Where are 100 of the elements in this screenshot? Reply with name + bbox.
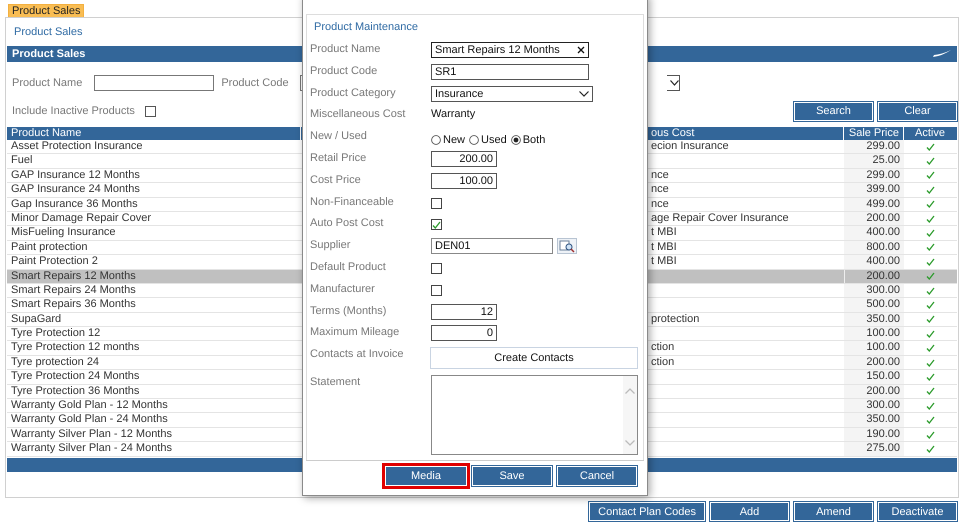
- table-cell: 150.00: [844, 370, 904, 384]
- action-button[interactable]: Deactivate: [878, 502, 957, 521]
- swoosh-icon: [933, 50, 951, 58]
- field-value: Warranty: [431, 107, 476, 122]
- table-cell: nce: [651, 168, 669, 181]
- table-cell: ction: [651, 341, 674, 354]
- section-title: Product Sales: [12, 48, 86, 60]
- table-cell: ecion Insurance: [651, 140, 729, 152]
- table-cell-text: Fuel: [10, 154, 34, 168]
- table-cell-text: Paint Protection 2: [10, 255, 99, 269]
- table-cell: 100.00: [844, 327, 904, 340]
- text-input[interactable]: SR1: [431, 64, 589, 80]
- action-button[interactable]: Contact Plan Codes: [589, 502, 705, 521]
- table-cell: 299.00: [844, 168, 904, 182]
- table-cell: 200.00: [844, 212, 904, 226]
- field-label: Include Inactive Products: [12, 105, 135, 117]
- field-label: Supplier: [309, 239, 352, 252]
- dropdown-value: Insurance: [435, 88, 484, 100]
- supplier-input[interactable]: DEN01: [431, 238, 553, 254]
- category-dropdown[interactable]: Insurance: [431, 86, 593, 102]
- table-cell-text: Smart Repairs 24 Months: [10, 284, 137, 298]
- table-cell-text: Warranty Silver Plan - 12 Months: [10, 428, 173, 442]
- radio-button[interactable]: [510, 135, 521, 146]
- table-cell: 399.00: [844, 183, 904, 197]
- dialog-button[interactable]: Media: [385, 466, 467, 486]
- page-tab[interactable]: Product Sales: [8, 4, 84, 17]
- table-cell: 400.00: [844, 255, 904, 269]
- table-cell: protection: [651, 312, 700, 325]
- number-input[interactable]: 12: [431, 304, 497, 320]
- statement-textarea[interactable]: [431, 375, 638, 456]
- table-cell: 200.00: [844, 384, 904, 398]
- table-cell: t MBI: [651, 240, 677, 253]
- table-cell: nce: [651, 183, 669, 196]
- radio-button[interactable]: [431, 135, 441, 146]
- checkbox[interactable]: [431, 262, 442, 274]
- chevron-icon: [579, 90, 589, 97]
- checkbox[interactable]: [431, 284, 442, 296]
- field-label: Product Name: [12, 77, 82, 89]
- table-cell-text: MisFueling Insurance: [10, 226, 117, 240]
- table-cell: 300.00: [844, 284, 904, 298]
- checkbox[interactable]: [144, 106, 156, 116]
- product-name-input[interactable]: [94, 75, 214, 91]
- table-cell: 200.00: [844, 356, 904, 370]
- table-cell: 800.00: [844, 240, 904, 254]
- table-cell-text: Tyre Protection 12 months: [10, 341, 140, 355]
- action-button[interactable]: Search: [794, 102, 873, 120]
- table-cell-text: Tyre Protection 24 Months: [10, 370, 140, 384]
- table-cell-text: Tyre Protection 12: [10, 327, 102, 340]
- table-cell-text: Paint protection: [10, 240, 88, 254]
- table-cell-text: Tyre protection 24: [10, 356, 100, 370]
- column-header[interactable]: Active: [904, 127, 956, 140]
- table-cell: 400.00: [844, 226, 904, 240]
- table-cell-text: Minor Damage Repair Cover: [10, 212, 152, 226]
- field-label: Manufacturer: [309, 282, 376, 296]
- table-cell-text: Warranty Silver Plan - 24 Months: [10, 442, 173, 456]
- clear-icon[interactable]: [577, 46, 585, 54]
- field-label: Product Name: [309, 43, 382, 56]
- field-label: Retail Price: [309, 152, 368, 165]
- table-cell: 500.00: [844, 298, 904, 312]
- table-cell: 100.00: [844, 341, 904, 355]
- action-button[interactable]: Add: [710, 502, 789, 521]
- column-header[interactable]: Product Name: [7, 127, 301, 140]
- table-cell-text: Asset Protection Insurance: [10, 140, 144, 154]
- input-value: Smart Repairs 12 Months: [435, 44, 560, 56]
- lookup-icon[interactable]: [557, 238, 577, 254]
- dropdown-field[interactable]: [666, 75, 680, 91]
- number-input[interactable]: 0: [431, 325, 497, 342]
- dialog-button[interactable]: Cancel: [557, 466, 637, 486]
- number-input[interactable]: 100.00: [431, 172, 497, 189]
- table-cell: nce: [651, 198, 669, 210]
- checkbox[interactable]: [431, 219, 442, 230]
- table-cell: t MBI: [651, 226, 677, 238]
- dialog-button[interactable]: Save: [472, 466, 552, 486]
- table-cell: 300.00: [844, 399, 904, 412]
- field-label: Default Product: [309, 260, 387, 274]
- chevron-icon: [670, 80, 679, 86]
- field-label: Product Code: [221, 77, 289, 89]
- field-label: Miscellaneous Cost: [309, 108, 406, 122]
- field-label: Contacts at Invoice: [309, 348, 405, 362]
- action-button[interactable]: Amend: [794, 502, 873, 521]
- breadcrumb-link[interactable]: Product Sales: [6, 18, 82, 39]
- action-button[interactable]: Clear: [878, 102, 957, 120]
- table-cell: age Repair Cover Insurance: [651, 212, 789, 224]
- dialog-title: Product Maintenance: [313, 20, 418, 35]
- field-label: Non-Financeable: [309, 196, 395, 209]
- column-header[interactable]: ous Cost: [651, 127, 694, 139]
- table-cell-text: Tyre Protection 36 Months: [10, 384, 140, 398]
- checkbox[interactable]: [431, 198, 442, 209]
- product-name-input[interactable]: Smart Repairs 12 Months: [431, 42, 589, 58]
- table-cell: 190.00: [844, 428, 904, 442]
- table-cell: 350.00: [844, 312, 904, 326]
- radio-button[interactable]: [469, 135, 480, 146]
- number-input[interactable]: 200.00: [431, 150, 497, 167]
- table-cell: t MBI: [651, 255, 677, 268]
- table-cell-text: Smart Repairs 36 Months: [10, 298, 137, 312]
- table-cell-text: Gap Insurance 36 Months: [10, 198, 139, 211]
- create-contacts-button[interactable]: Create Contacts: [430, 347, 638, 370]
- field-label: Product Code: [309, 64, 378, 78]
- table-cell: 25.00: [844, 154, 904, 168]
- table-cell-text: Warranty Gold Plan - 12 Months: [10, 399, 169, 412]
